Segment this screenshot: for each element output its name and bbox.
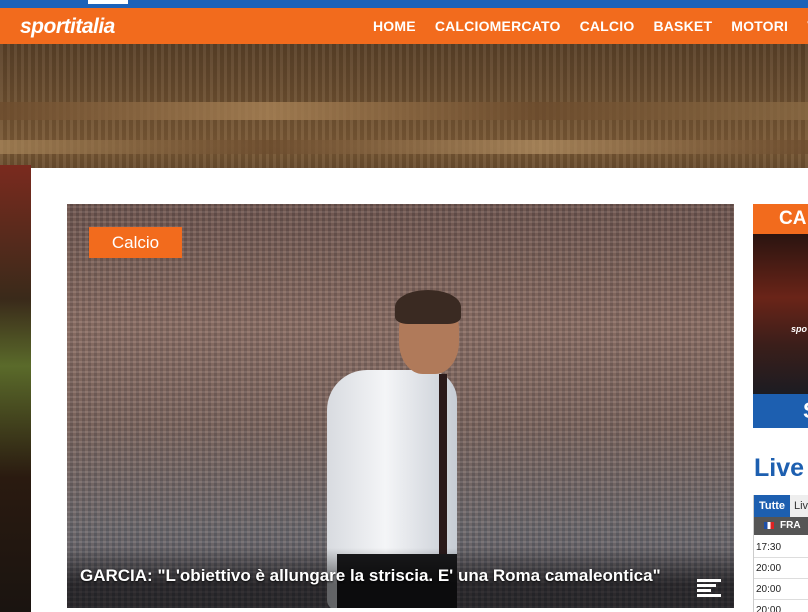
match-row[interactable]: 20:00: [754, 580, 808, 600]
nav-basket[interactable]: BASKET: [653, 18, 712, 34]
top-strip-notch: [88, 0, 128, 4]
list-icon[interactable]: [697, 579, 721, 597]
background-stripe: [0, 140, 808, 154]
live-tabs: Tutte Liv: [754, 495, 808, 517]
hero-headline[interactable]: GARCIA: "L'obiettivo è allungare la stri…: [80, 566, 661, 586]
coach-tie: [439, 374, 447, 574]
left-background-image: [0, 165, 31, 612]
main-navbar: sportitalia HOME CALCIOMERCATO CALCIO BA…: [0, 8, 808, 44]
match-row[interactable]: 17:30: [754, 538, 808, 558]
tab-tutte[interactable]: Tutte: [754, 495, 790, 517]
live-title: Live: [754, 454, 805, 482]
promo-banner[interactable]: CA spo S: [753, 204, 808, 428]
category-badge[interactable]: Calcio: [89, 227, 182, 258]
tab-live[interactable]: Liv: [790, 495, 808, 517]
nav-calcio[interactable]: CALCIO: [580, 18, 635, 34]
coach-hair: [395, 290, 461, 324]
france-flag-icon: [764, 521, 774, 529]
match-row[interactable]: 20:00: [754, 559, 808, 579]
promo-small-text: spo: [791, 324, 808, 334]
nav-home[interactable]: HOME: [373, 18, 416, 34]
nav-calciomercato[interactable]: CALCIOMERCATO: [435, 18, 561, 34]
nav-motori[interactable]: MOTORI: [731, 18, 788, 34]
promo-header: CA: [753, 204, 808, 234]
live-scores-widget: Tutte Liv FRA 17:30 20:00 20:00 20:00: [753, 495, 808, 612]
main-nav: HOME CALCIOMERCATO CALCIO BASKET MOTORI …: [373, 8, 808, 44]
league-header: FRA: [754, 517, 808, 535]
top-strip: [0, 0, 808, 8]
league-name: FRA: [780, 520, 801, 531]
promo-footer: S: [753, 394, 808, 428]
background-stripe: [0, 102, 808, 120]
sportitalia-logo[interactable]: sportitalia: [20, 15, 115, 39]
promo-studio-image: [753, 234, 808, 394]
match-row[interactable]: 20:00: [754, 601, 808, 612]
